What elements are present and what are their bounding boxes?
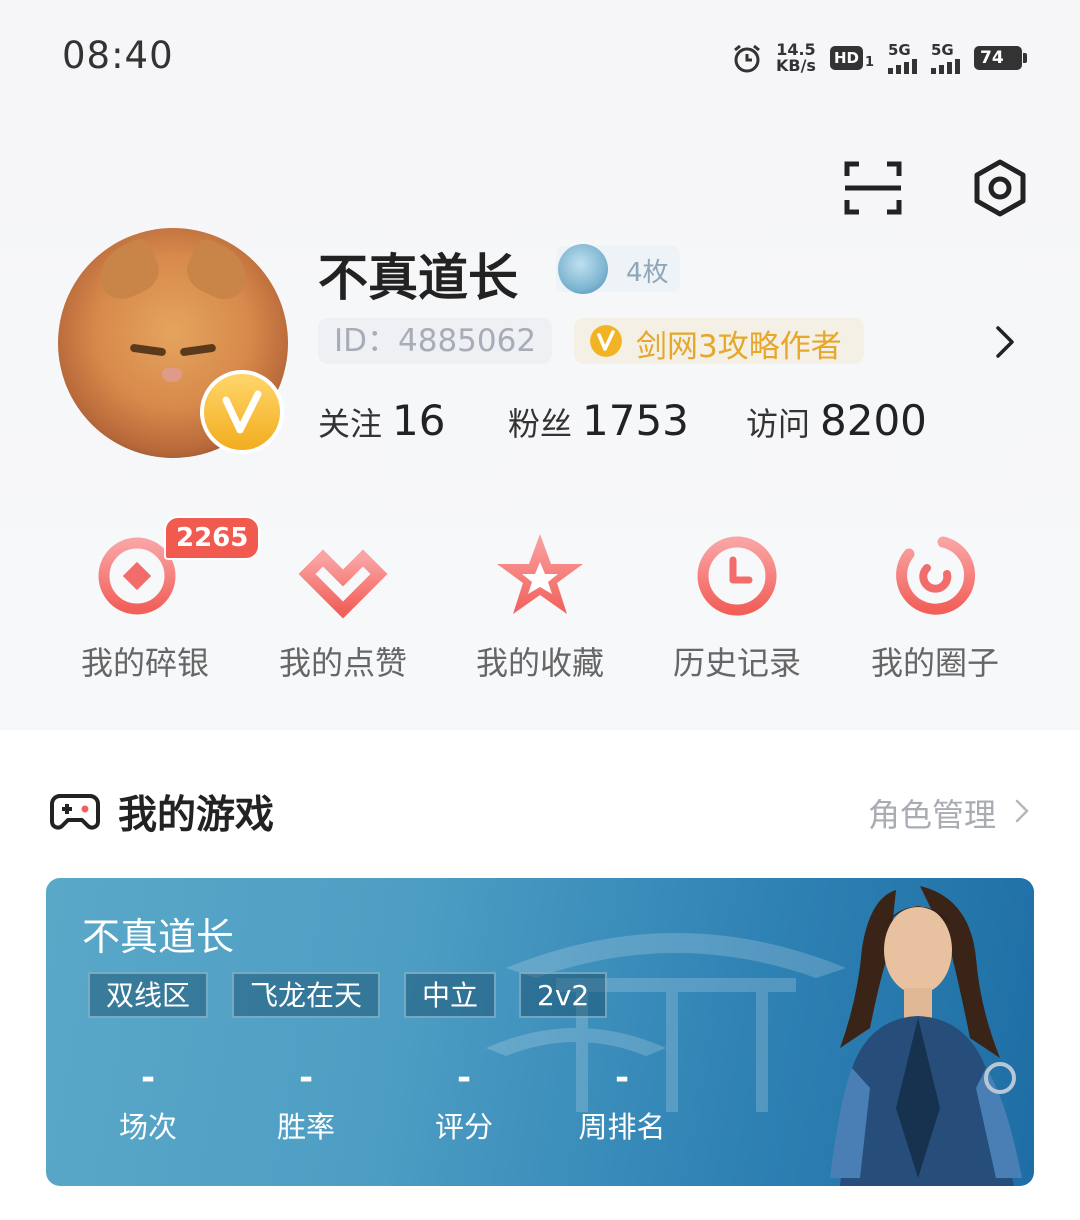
network-speed-unit: KB/s <box>775 56 816 75</box>
sim2-label: 5G <box>931 40 954 59</box>
chevron-right-icon[interactable] <box>990 322 1020 362</box>
stat-weekly-rank-value: - <box>614 1058 630 1098</box>
star-icon <box>497 534 583 614</box>
medal-count: 4枚 <box>626 258 669 288</box>
stat-fans-value: 1753 <box>582 396 689 445</box>
quick-action-circles[interactable]: 我的圈子 <box>850 528 1020 684</box>
alarm-icon <box>734 44 760 73</box>
username: 不真道长 <box>318 249 518 307</box>
quick-action-favorites[interactable]: 我的收藏 <box>455 528 625 684</box>
quick-action-history[interactable]: 历史记录 <box>652 528 822 684</box>
character-portrait <box>830 886 1022 1186</box>
network-speed: 14.5 KB/s <box>776 42 816 74</box>
stat-rating-label: 评分 <box>434 1110 493 1144</box>
author-badge-label: 剑网3攻略作者 <box>636 329 842 365</box>
stat-matches-label: 场次 <box>118 1110 177 1144</box>
status-time: 08:40 <box>62 34 174 77</box>
sim1-label: 5G <box>888 40 911 59</box>
user-id[interactable]: ID：4885062 <box>318 318 553 364</box>
gamepad-icon <box>50 794 100 830</box>
signal-sim2-icon: 5G <box>931 40 960 74</box>
quick-action-likes[interactable]: 我的点赞 <box>258 528 428 684</box>
settings-icon[interactable] <box>970 158 1030 218</box>
quick-action-favorites-label: 我的收藏 <box>475 644 604 682</box>
chevron-right-small-icon[interactable] <box>1014 798 1030 824</box>
role-management-link[interactable]: 角色管理 <box>868 790 996 836</box>
status-indicators: 14.5 KB/s HD 1 5G 5G 74 <box>732 38 1027 78</box>
tag-server-zone: 双线区 <box>88 972 209 1018</box>
stat-rating-value: - <box>456 1058 472 1098</box>
stat-matches-value: - <box>140 1058 156 1098</box>
stat-winrate-label: 胜率 <box>276 1110 335 1144</box>
tag-camp: 中立 <box>404 972 497 1018</box>
stat-visits[interactable]: 访问 8200 <box>746 396 927 445</box>
stat-fans[interactable]: 粉丝 1753 <box>508 396 689 445</box>
silver-count-badge: 2265 <box>164 516 261 560</box>
stat-visits-label: 访问 <box>746 405 811 443</box>
signal-sim1-icon: 5G <box>888 40 917 74</box>
scan-icon[interactable] <box>843 158 903 218</box>
character-name: 不真道长 <box>82 915 235 959</box>
stat-fans-label: 粉丝 <box>508 405 573 443</box>
stat-winrate-value: - <box>298 1058 314 1098</box>
quick-action-history-label: 历史记录 <box>672 644 801 682</box>
quick-action-likes-label: 我的点赞 <box>278 644 407 682</box>
quick-action-circles-label: 我的圈子 <box>870 644 999 682</box>
hd-badge: HD <box>829 46 863 70</box>
quick-action-silver-label: 我的碎银 <box>80 644 209 682</box>
stat-following[interactable]: 关注 16 <box>318 396 445 445</box>
author-v-icon <box>590 325 622 357</box>
medal-icon <box>558 244 608 294</box>
heart-icon <box>298 549 388 619</box>
tag-server: 飞龙在天 <box>232 972 381 1018</box>
my-games-title: 我的游戏 <box>118 793 275 838</box>
hd-sub: 1 <box>864 55 874 70</box>
circle-icon <box>896 536 976 615</box>
clock-icon <box>697 536 777 616</box>
stat-following-value: 16 <box>392 396 446 445</box>
hd-indicator: HD 1 <box>829 46 874 70</box>
tag-mode: 2v2 <box>519 972 608 1018</box>
stat-weekly-rank-label: 周排名 <box>578 1110 666 1144</box>
battery-icon: 74 <box>974 46 1027 70</box>
stat-following-label: 关注 <box>318 405 383 443</box>
verified-v-icon <box>200 370 284 454</box>
stat-visits-value: 8200 <box>820 396 927 445</box>
